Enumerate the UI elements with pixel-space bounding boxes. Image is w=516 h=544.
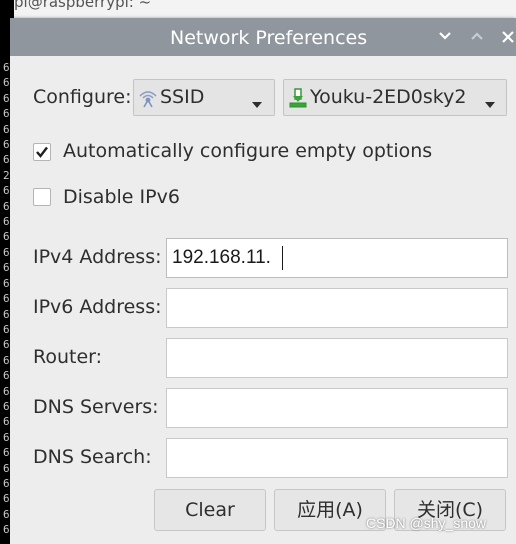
disable-ipv6-checkbox[interactable] [33, 188, 51, 206]
title-bar[interactable]: Network Preferences [10, 18, 516, 56]
configure-label: Configure: [33, 86, 132, 108]
disable-ipv6-label[interactable]: Disable IPv6 [63, 186, 180, 208]
dns-search-input[interactable] [166, 438, 508, 478]
auto-configure-checkbox[interactable] [33, 143, 51, 161]
network-dropdown[interactable]: Youku-2ED0sky2 [283, 79, 507, 116]
ipv6-address-label: IPv6 Address: [33, 296, 162, 318]
router-input[interactable] [166, 338, 508, 378]
router-label: Router: [33, 346, 103, 368]
dns-servers-input[interactable] [166, 388, 508, 428]
watermark: CSDN @shy_snow [366, 515, 487, 531]
dropdown-arrow-icon [484, 94, 496, 113]
background-terminal-titlebar: pi@raspberrypi: ~ [0, 0, 516, 18]
chevron-down-icon[interactable] [435, 26, 455, 48]
chevron-up-icon[interactable] [467, 26, 487, 48]
dns-servers-label: DNS Servers: [33, 396, 159, 418]
network-preferences-dialog: Network Preferences Configure: SSID Youk… [10, 18, 516, 544]
dns-search-label: DNS Search: [33, 446, 152, 468]
auto-configure-label[interactable]: Automatically configure empty options [63, 140, 432, 162]
window-title: Network Preferences [170, 27, 368, 49]
clear-button[interactable]: Clear [154, 489, 266, 531]
terminal-prompt: pi@raspberrypi: ~ [14, 0, 152, 11]
ipv4-address-label: IPv4 Address: [33, 246, 162, 268]
text-caret [282, 246, 283, 270]
network-value: Youku-2ED0sky2 [310, 86, 467, 108]
ipv4-address-input[interactable] [166, 238, 508, 278]
configure-type-value: SSID [160, 86, 205, 108]
configure-type-dropdown[interactable]: SSID [133, 79, 275, 116]
dropdown-arrow-icon [251, 94, 263, 113]
network-icon [289, 88, 307, 112]
wifi-signal-icon [137, 88, 159, 112]
close-icon[interactable] [498, 26, 516, 48]
ipv6-address-input[interactable] [166, 288, 508, 328]
